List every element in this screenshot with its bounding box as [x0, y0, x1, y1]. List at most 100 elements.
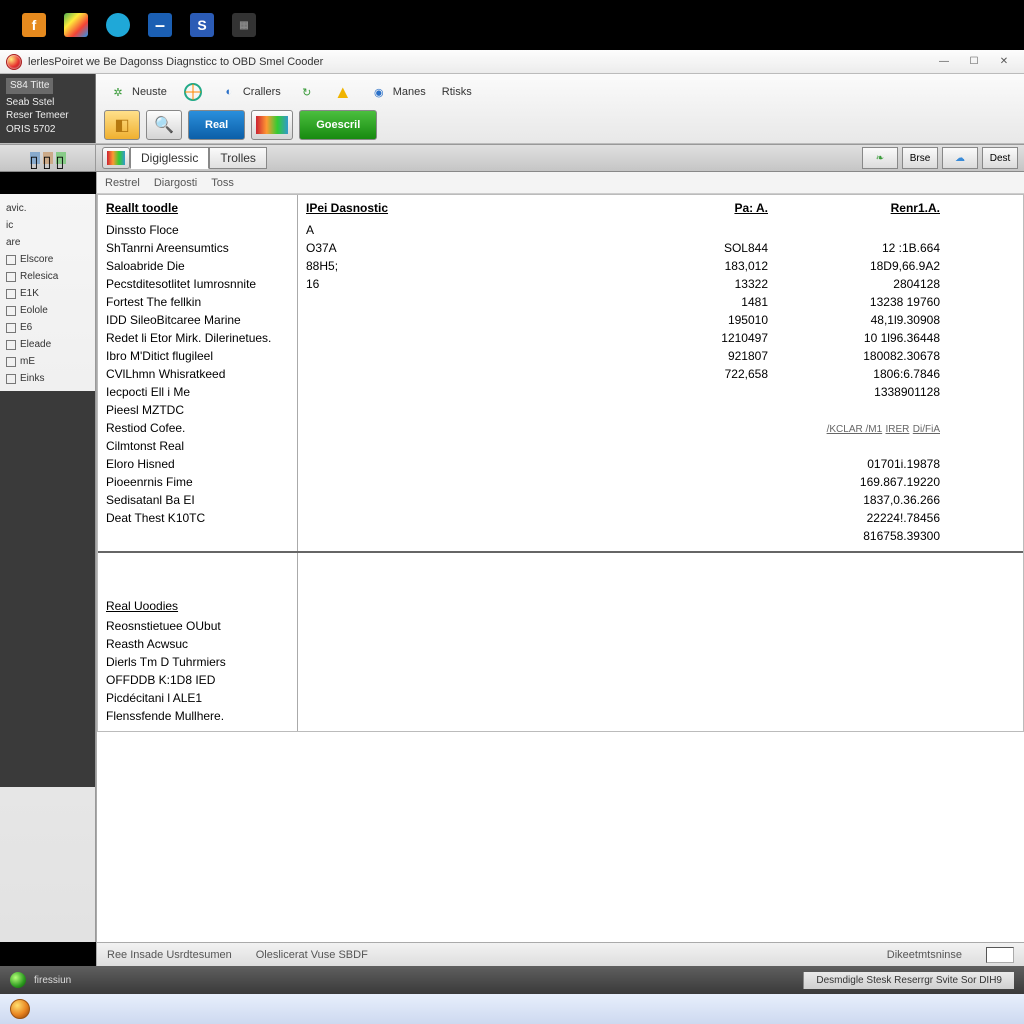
taskbar-item[interactable]: firessiun: [34, 975, 71, 986]
table-cell: 169.867.19220: [776, 473, 940, 491]
tool-button[interactable]: [251, 110, 293, 140]
real-button[interactable]: Real: [188, 110, 245, 140]
start-icon[interactable]: [10, 972, 26, 988]
inline-link[interactable]: Di/FiA: [913, 424, 940, 435]
leaf-icon: ❧: [876, 153, 884, 164]
table-cell: Sedisatanl Ba EI: [106, 491, 289, 509]
column-header: Reallt toodle: [106, 201, 289, 219]
maximize-button[interactable]: ☐: [960, 54, 988, 70]
tab-diagnostic[interactable]: Digiglessic: [130, 147, 209, 169]
table-cell: [306, 347, 610, 365]
table-cell: 1481: [618, 293, 768, 311]
minimize-button[interactable]: —: [930, 54, 958, 70]
menu-item[interactable]: ◐Crallers: [215, 80, 285, 104]
app-shortcut-icon[interactable]: ▦: [232, 13, 256, 37]
nav-item[interactable]: avic.: [4, 200, 91, 217]
status-input[interactable]: [986, 947, 1014, 963]
book-icon: [256, 116, 288, 134]
table-cell: Pieesl MZTDC: [106, 401, 289, 419]
menu-item[interactable]: ✲Neuste: [104, 80, 171, 104]
table-cell: [618, 455, 768, 473]
nav-icon: [6, 289, 16, 299]
list-item: Dierls Tm D Tuhrmiers: [106, 653, 289, 671]
table-cell: Deat Thest K10TC: [106, 509, 289, 527]
table-cell: Iecpocti Ell i Me: [106, 383, 289, 401]
mini-icon[interactable]: ▯: [56, 152, 66, 164]
table-cell: 722,658: [618, 365, 768, 383]
nav-icon: [6, 255, 16, 265]
nav-item[interactable]: are: [4, 234, 91, 251]
sub-tab[interactable]: Restrel: [105, 177, 140, 189]
nav-item[interactable]: E1K: [4, 285, 91, 302]
table-cell: [306, 491, 610, 509]
start-button-icon[interactable]: [10, 999, 30, 1019]
column-header: IPei Dasnostic: [306, 201, 610, 219]
mini-icon[interactable]: ▯: [43, 152, 53, 164]
tool-button[interactable]: 🔍: [146, 110, 182, 140]
app-shortcut-icon[interactable]: S: [190, 13, 214, 37]
list-item: Reasth Acwsuc: [106, 635, 289, 653]
nav-item[interactable]: Relesica: [4, 268, 91, 285]
table-cell: [306, 293, 610, 311]
table-cell: Pioeenrnis Fime: [106, 473, 289, 491]
sub-tab[interactable]: Diargosti: [154, 177, 197, 189]
app-shortcut-icon[interactable]: –: [148, 13, 172, 37]
close-button[interactable]: ✕: [990, 54, 1018, 70]
toolbar-row: ◧ 🔍 Real Goescril: [104, 106, 1016, 140]
nav-item[interactable]: mE: [4, 353, 91, 370]
nav-item[interactable]: E6: [4, 319, 91, 336]
nav-item[interactable]: Eleade: [4, 336, 91, 353]
table-cell: Redet li Etor Mirk. Dilerinetues.: [106, 329, 289, 347]
connect-button[interactable]: Goescril: [299, 110, 377, 140]
ribbon-bar: S84 Titte Seab Sstel Reser Temeer ORIS 5…: [0, 74, 1024, 144]
nav-item[interactable]: Einks: [4, 370, 91, 387]
table-cell: 1210497: [618, 329, 768, 347]
inline-link[interactable]: /KCLAR /M1: [827, 424, 883, 435]
nav-item[interactable]: ic: [4, 217, 91, 234]
nav-icon: [6, 323, 16, 333]
link-row: /KCLAR /M1 IRER Di/FiA: [776, 419, 940, 437]
column-header: Renr1.A.: [776, 201, 940, 219]
app-shortcut-icon[interactable]: [106, 13, 130, 37]
os-taskbar: firessiun Desmdigle Stesk Reserrgr Svite…: [0, 966, 1024, 994]
app-shortcut-icon[interactable]: f: [22, 13, 46, 37]
menu-item[interactable]: [179, 80, 207, 104]
list-item: OFFDDB K:1D8 IED: [106, 671, 289, 689]
toolbar-button[interactable]: Brse: [902, 147, 938, 169]
navigator-panel: avic.icareElscoreRelesicaE1KEololeE6Elea…: [0, 194, 96, 942]
table-cell: IDD SileoBitcaree Marine: [106, 311, 289, 329]
tool-button[interactable]: ◧: [104, 110, 140, 140]
table-cell: O37A: [306, 239, 610, 257]
cube-icon: ◧: [114, 115, 129, 135]
nav-icon: [6, 340, 16, 350]
system-tray[interactable]: Desmdigle Stesk Reserrgr Svite Sor DIH9: [803, 972, 1014, 989]
table-cell: [618, 401, 768, 419]
nav-item[interactable]: Eolole: [4, 302, 91, 319]
mini-icon[interactable]: ▯: [30, 152, 40, 164]
menu-item[interactable]: ▲: [329, 80, 357, 104]
app-shortcut-icon[interactable]: [64, 13, 88, 37]
app-icon: [6, 54, 22, 70]
table-cell: 48,1l9.30908: [776, 311, 940, 329]
table-cell: Pecstditesotlitet Iumrosnnite: [106, 275, 289, 293]
sub-tab[interactable]: Toss: [211, 177, 234, 189]
toolbar-button[interactable]: ☁: [942, 147, 978, 169]
desktop-icon-strip: f – S ▦: [0, 0, 1024, 50]
document-viewport[interactable]: Reallt toodle Dinssto FloceShTanrni Aree…: [96, 194, 1024, 942]
inline-link[interactable]: IRER: [886, 424, 910, 435]
tab-icon-button[interactable]: [102, 147, 130, 169]
table-cell: 183,012: [618, 257, 768, 275]
ribbon-tab[interactable]: S84 Titte: [6, 78, 53, 94]
toolbar-button[interactable]: Dest: [982, 147, 1018, 169]
ribbon-info-panel: S84 Titte Seab Sstel Reser Temeer ORIS 5…: [0, 74, 96, 143]
table-cell: [306, 329, 610, 347]
nav-item[interactable]: Elscore: [4, 251, 91, 268]
menu-item[interactable]: Rtisks: [438, 84, 476, 100]
status-text: Oleslicerat Vuse SBDF: [256, 949, 368, 961]
table-cell: [306, 437, 610, 455]
menu-item[interactable]: ◉Manes: [365, 80, 430, 104]
tab-troubles[interactable]: Trolles: [209, 147, 267, 169]
menu-item[interactable]: ↻: [293, 80, 321, 104]
list-item: Reosnstietuee OUbut: [106, 617, 289, 635]
toolbar-button[interactable]: ❧: [862, 147, 898, 169]
